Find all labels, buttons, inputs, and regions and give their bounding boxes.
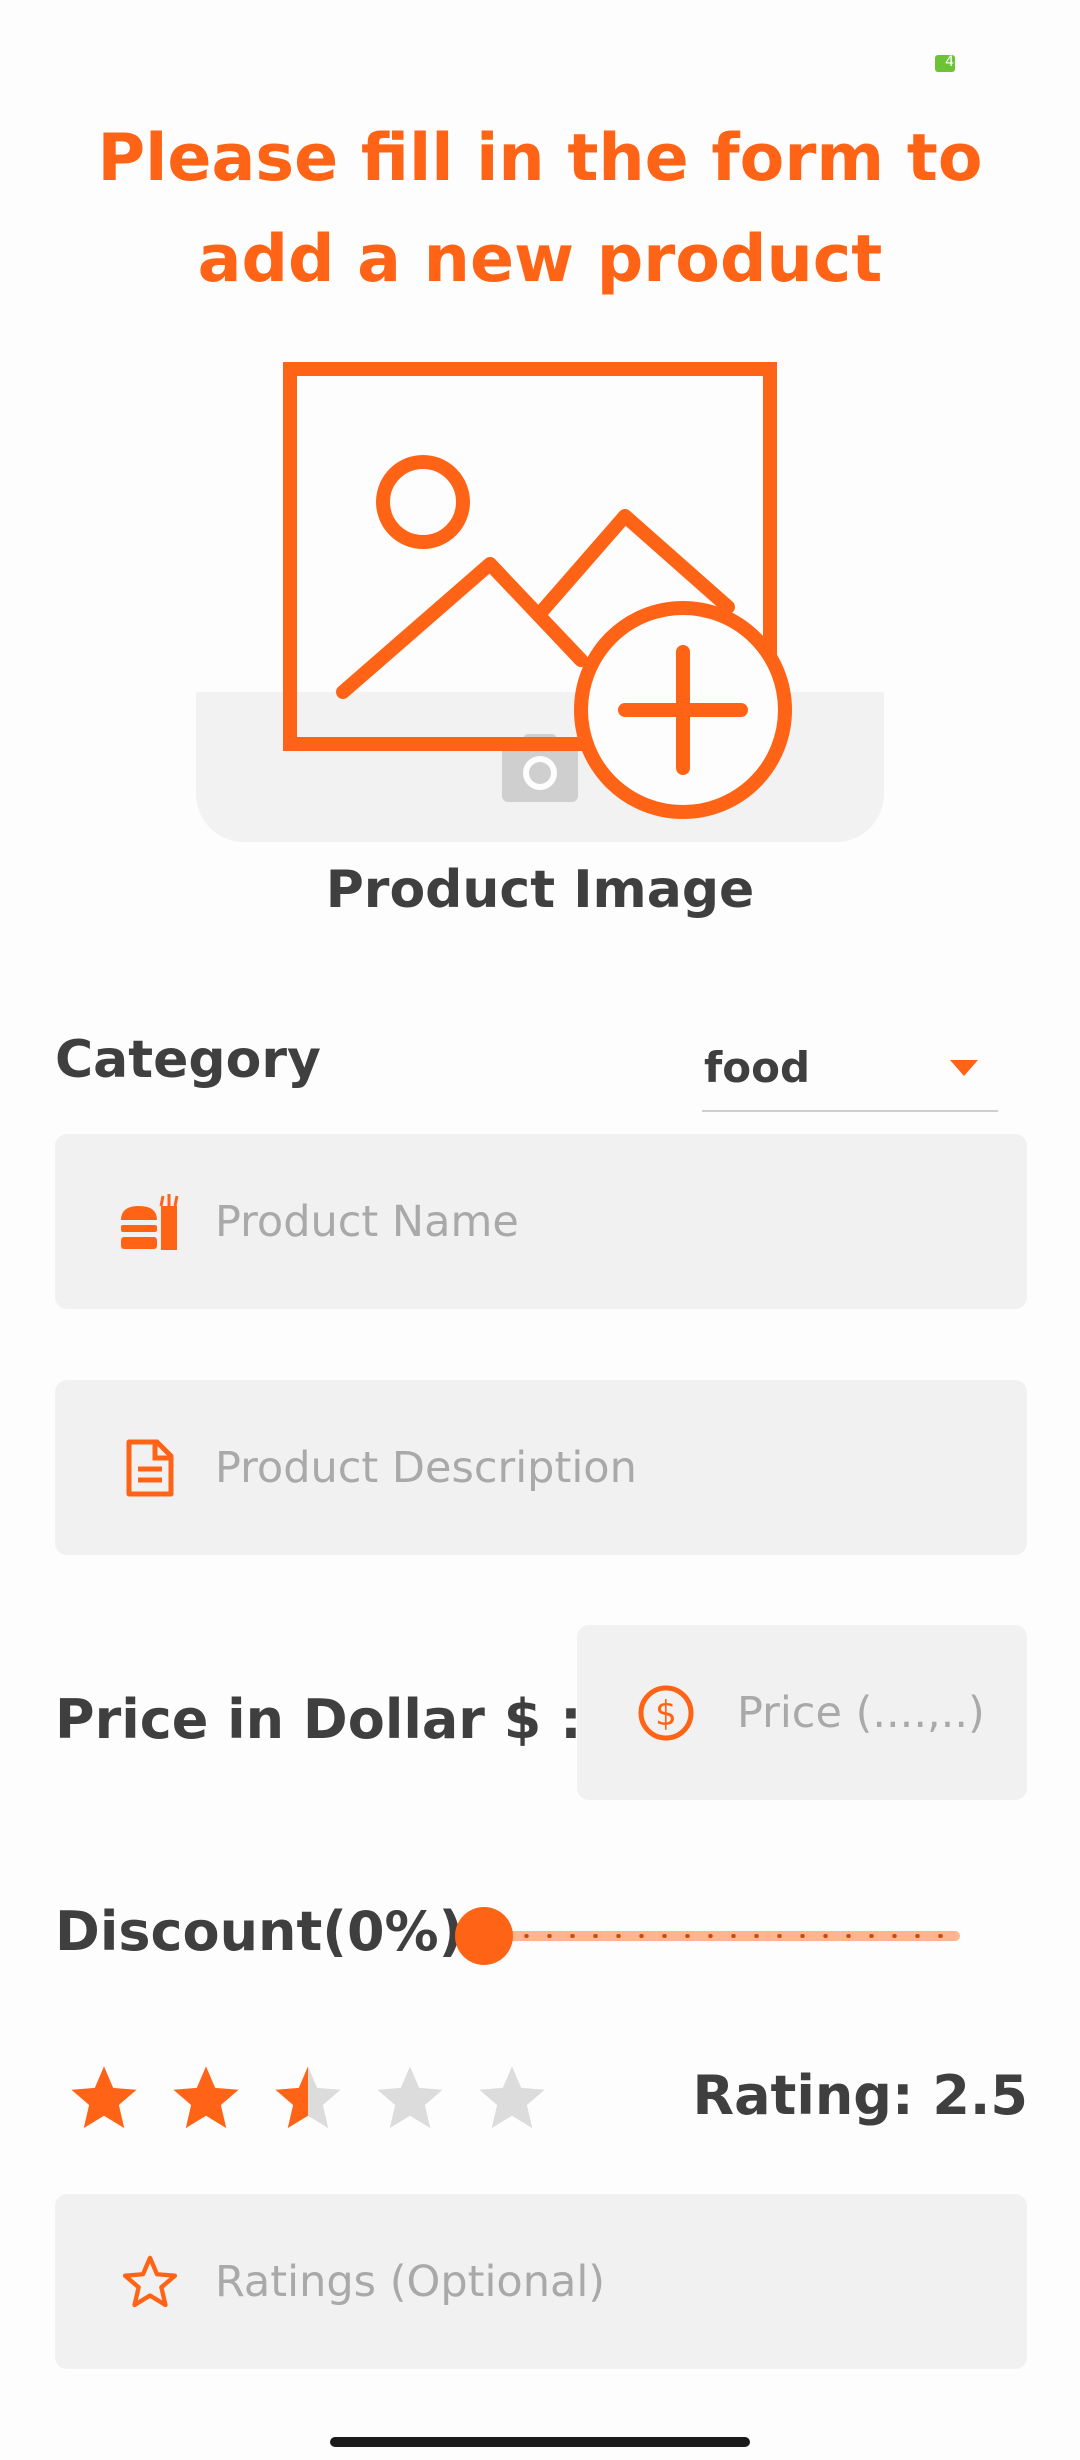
product-image-label: Product Image	[325, 860, 755, 920]
star-icon[interactable]	[66, 2060, 142, 2136]
product-name-placeholder: Product Name	[215, 1196, 519, 1247]
ratings-placeholder: Ratings (Optional)	[215, 2256, 606, 2307]
image-add-icon[interactable]	[283, 362, 793, 820]
discount-slider[interactable]	[455, 1906, 960, 1966]
category-dropdown[interactable]: food	[702, 1035, 998, 1112]
price-field[interactable]: $ Price (....,..)	[577, 1625, 1027, 1800]
ratings-field[interactable]: Ratings (Optional)	[55, 2194, 1027, 2369]
slider-thumb[interactable]	[455, 1907, 513, 1965]
battery-icon: 4	[935, 54, 955, 72]
star-outline-icon	[122, 2255, 178, 2307]
category-selected-value: food	[704, 1043, 811, 1092]
page-title: Please fill in the form to add a new pro…	[97, 121, 983, 297]
document-icon	[126, 1439, 174, 1496]
dollar-circle-icon: $	[638, 1685, 694, 1740]
slider-ticks	[515, 1934, 954, 1938]
price-label: Price in Dollar $ :	[55, 1688, 582, 1751]
star-icon[interactable]	[474, 2060, 550, 2136]
caret-down-icon	[950, 1060, 978, 1076]
price-placeholder: Price (....,..)	[737, 1687, 985, 1738]
product-description-placeholder: Product Description	[215, 1442, 637, 1493]
star-icon[interactable]	[168, 2060, 244, 2136]
star-icon[interactable]	[270, 2060, 346, 2136]
rating-value: Rating: 2.5	[692, 2064, 1029, 2127]
category-label: Category	[55, 1030, 321, 1090]
product-name-field[interactable]: Product Name	[55, 1134, 1027, 1309]
svg-text:$: $	[655, 1694, 677, 1734]
home-indicator	[330, 2437, 750, 2447]
food-icon	[121, 1193, 179, 1250]
discount-label: Discount(0%)	[55, 1900, 464, 1963]
product-description-field[interactable]: Product Description	[55, 1380, 1027, 1555]
star-rating[interactable]	[66, 2060, 566, 2140]
star-icon[interactable]	[372, 2060, 448, 2136]
